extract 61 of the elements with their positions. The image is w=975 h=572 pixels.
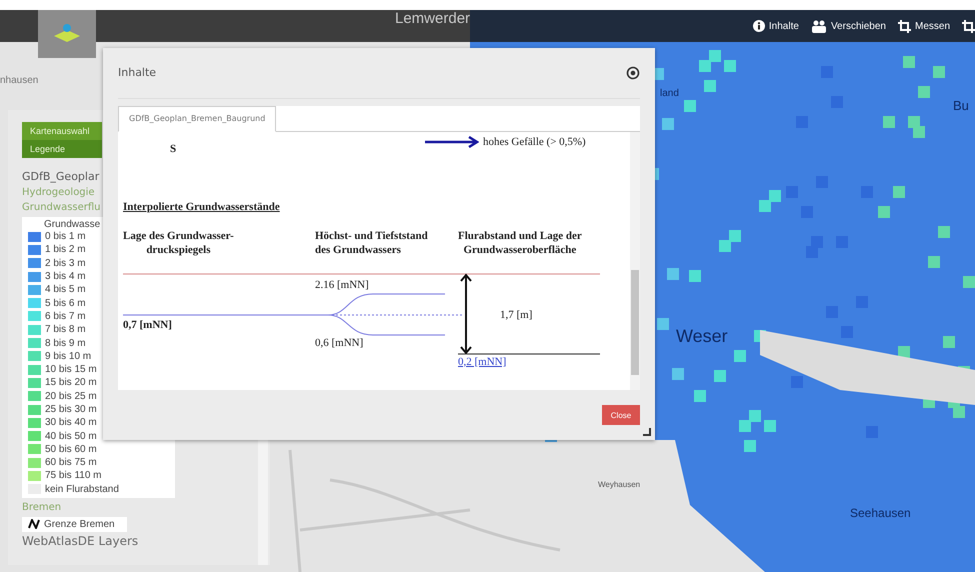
sidebar-tab[interactable]: Legende — [22, 140, 102, 158]
map-label: Weyhausen — [598, 480, 640, 489]
legend-label: kein Flurabstand — [45, 484, 119, 495]
value-label: 1,7 [m] — [500, 308, 532, 322]
legend-title: Grundwasse — [43, 219, 102, 230]
map-label: Weser — [676, 326, 728, 347]
resize-handle-icon[interactable] — [643, 428, 651, 436]
toolbar-button[interactable]: Inhalte — [752, 20, 799, 32]
map-label: Bu — [953, 98, 969, 113]
legend-label: 8 bis 9 m — [45, 338, 86, 349]
close-icon[interactable] — [626, 66, 640, 80]
arrow-icon — [425, 136, 479, 148]
value-label: 0,6 [mNN] — [315, 336, 364, 350]
toolbar-button[interactable] — [962, 20, 975, 32]
legend-label: 50 bis 60 m — [45, 444, 97, 455]
legend-label: 20 bis 25 m — [45, 390, 97, 402]
crop-icon — [898, 20, 911, 32]
column-heading: Lage des Grundwasser- druckspiegels — [123, 228, 234, 257]
people-icon — [810, 20, 827, 32]
sidebar-tab[interactable]: Kartenauswahl — [22, 122, 102, 140]
legend-label: 6 bis 7 m — [45, 310, 86, 322]
value-link[interactable]: 0,2 [mNN] — [458, 356, 506, 368]
section-title: Interpolierte Grundwasserstände — [123, 200, 280, 214]
legend-label: 40 bis 50 m — [45, 430, 97, 442]
legend-label: 1 bis 2 m — [45, 244, 86, 256]
map-label: Seehausen — [850, 506, 911, 520]
scroll-thumb[interactable] — [631, 270, 639, 375]
map-label: nhausen — [0, 75, 38, 86]
value-label: 2.16 [mNN] — [315, 278, 369, 292]
symbol-label: S — [170, 142, 176, 156]
legend-label: 7 bis 8 m — [45, 324, 86, 336]
legend-label: 2 bis 3 m — [45, 258, 86, 269]
map-label: Lemwerder — [395, 10, 470, 27]
scrollbar[interactable] — [630, 132, 640, 390]
map-label: land — [660, 88, 679, 99]
column-heading: Flurabstand und Lage der Grundwasseroberfläche — [458, 228, 582, 257]
legend-label: 3 bis 4 m — [45, 271, 86, 282]
legend-label: 15 bis 20 m — [45, 377, 97, 388]
layers-title: WebAtlasDE Layers — [22, 534, 140, 548]
tab[interactable]: GDfB_Geoplan_Bremen_Baugrund — [118, 106, 276, 132]
legend-label: 10 bis 15 m — [45, 364, 97, 376]
legend-label: 0 bis 1 m — [45, 231, 86, 242]
close-button[interactable]: Close — [602, 405, 640, 426]
layer-title: GDfB_Geoplar — [22, 170, 100, 183]
toolbar-button[interactable]: Messen — [898, 20, 950, 32]
value-label: 0,7 [mNN] — [123, 318, 172, 332]
legend-label: Grenze Bremen — [44, 518, 115, 530]
legend-label: 25 bis 30 m — [45, 404, 97, 415]
toolbar-button[interactable]: Verschieben — [810, 20, 886, 32]
column-heading: Höchst- und Tiefststand des Grundwassers — [315, 228, 428, 257]
boundary-line-icon — [28, 519, 40, 530]
arrow-caption: hohes Gefälle (> 0,5%) — [483, 134, 586, 149]
legend-label: 5 bis 6 m — [45, 298, 86, 309]
legend-label: 60 bis 75 m — [45, 457, 97, 468]
legend-label: 4 bis 5 m — [45, 284, 86, 296]
legend-label: 75 bis 110 m — [45, 470, 102, 482]
legend-label: 30 bis 40 m — [45, 417, 97, 428]
crop-icon — [962, 20, 975, 32]
dialog-title: Inhalte — [118, 66, 156, 80]
info-icon — [752, 20, 765, 32]
legend-label: 9 bis 10 m — [45, 350, 92, 362]
